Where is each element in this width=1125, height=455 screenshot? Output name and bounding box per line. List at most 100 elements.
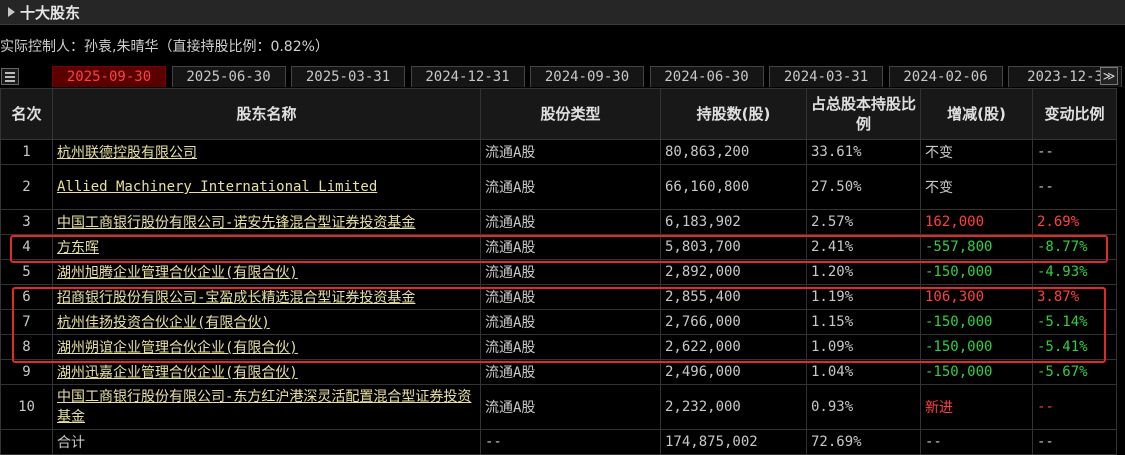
rank-cell: 3 xyxy=(0,209,53,235)
shareholder-name-cell[interactable]: 湖州朔谊企业管理合伙企业(有限合伙) xyxy=(52,334,481,360)
shares-cell: 6,183,902 xyxy=(660,209,807,235)
col-change-header[interactable]: 增减(股) xyxy=(920,88,1033,140)
tab-2024-06-30[interactable]: 2024-06-30 xyxy=(649,66,764,87)
total-type-cell: -- xyxy=(480,429,661,455)
rank-cell: 2 xyxy=(0,164,53,210)
share-type-cell: 流通A股 xyxy=(480,164,661,210)
table-row[interactable]: 2 Allied Machinery International Limited 流… xyxy=(0,164,1117,210)
table-row[interactable]: 8 湖州朔谊企业管理合伙企业(有限合伙) 流通A股 2,622,000 1.09% -15… xyxy=(0,334,1117,360)
ratio-cell: 1.04% xyxy=(806,359,921,385)
change-ratio-cell: 3.87% xyxy=(1032,284,1117,310)
ratio-cell: 1.19% xyxy=(806,284,921,310)
table-row[interactable]: 3 中国工商银行股份有限公司-诺安先锋混合型证券投资基金 流通A股 6,183,902… xyxy=(0,209,1117,235)
table-row[interactable]: 5 湖州旭腾企业管理合伙企业(有限合伙) 流通A股 2,892,000 1.20% -15… xyxy=(0,259,1117,285)
list-menu-icon[interactable] xyxy=(1,68,19,85)
tab-2024-03-31[interactable]: 2024-03-31 xyxy=(769,66,883,87)
shares-cell: 2,496,000 xyxy=(660,359,807,385)
table-row[interactable]: 4 方东晖 流通A股 5,803,700 2.41% -557,800 -8.77% xyxy=(0,234,1117,260)
shares-cell: 5,803,700 xyxy=(660,234,807,260)
section-title: 十大股东 xyxy=(20,4,81,22)
rank-cell: 8 xyxy=(0,334,53,360)
change-cell: -150,000 xyxy=(920,334,1033,360)
shareholder-name-cell[interactable]: 杭州联德控股有限公司 xyxy=(52,139,481,165)
collapse-triangle-icon[interactable] xyxy=(8,7,15,17)
total-ratio-cell: 72.69% xyxy=(806,429,921,455)
shareholder-link[interactable]: 中国工商银行股份有限公司-诺安先锋混合型证券投资基金 xyxy=(57,215,415,231)
shareholder-link[interactable]: 湖州朔谊企业管理合伙企业(有限合伙) xyxy=(57,340,298,356)
change-cell: 162,000 xyxy=(920,209,1033,235)
shareholder-link[interactable]: 杭州佳扬投资合伙企业(有限合伙) xyxy=(57,315,270,331)
change-cell: 新进 xyxy=(920,384,1033,430)
share-type-cell: 流通A股 xyxy=(480,139,661,165)
ratio-cell: 1.20% xyxy=(806,259,921,285)
ratio-cell: 2.41% xyxy=(806,234,921,260)
share-type-cell: 流通A股 xyxy=(480,384,661,430)
shareholder-link[interactable]: 杭州联德控股有限公司 xyxy=(57,145,197,161)
ratio-cell: 1.09% xyxy=(806,334,921,360)
share-type-cell: 流通A股 xyxy=(480,334,661,360)
shareholder-link[interactable]: 中国工商银行股份有限公司-东方红沪港深灵活配置混合型证券投资基金 xyxy=(57,387,476,427)
rank-cell: 9 xyxy=(0,359,53,385)
share-type-cell: 流通A股 xyxy=(480,359,661,385)
col-name-header[interactable]: 股东名称 xyxy=(52,88,481,140)
col-rank-header[interactable]: 名次 xyxy=(0,88,53,140)
shareholder-name-cell[interactable]: 方东晖 xyxy=(52,234,481,260)
tab-2024-09-30[interactable]: 2024-09-30 xyxy=(530,66,644,87)
change-ratio-cell: -- xyxy=(1032,139,1117,165)
tab-2024-02-06[interactable]: 2024-02-06 xyxy=(888,66,1003,87)
change-ratio-cell: -- xyxy=(1032,384,1117,430)
ratio-cell: 2.57% xyxy=(806,209,921,235)
shares-cell: 2,232,000 xyxy=(660,384,807,430)
tab-2025-06-30[interactable]: 2025-06-30 xyxy=(171,66,286,87)
col-change-ratio-header[interactable]: 变动比例 xyxy=(1032,88,1117,140)
tab-2024-12-31[interactable]: 2024-12-31 xyxy=(410,66,525,87)
shares-cell: 80,863,200 xyxy=(660,139,807,165)
change-cell: -150,000 xyxy=(920,359,1033,385)
share-type-cell: 流通A股 xyxy=(480,209,661,235)
col-type-header[interactable]: 股份类型 xyxy=(480,88,661,140)
col-ratio-header[interactable]: 占总股本持股比例 xyxy=(806,88,921,140)
rank-cell: 5 xyxy=(0,259,53,285)
shareholder-link[interactable]: 湖州旭腾企业管理合伙企业(有限合伙) xyxy=(57,265,298,281)
ratio-cell: 0.93% xyxy=(806,384,921,430)
total-shares-cell: 174,875,002 xyxy=(660,429,807,455)
shareholder-link[interactable]: 湖州迅嘉企业管理合伙企业(有限合伙) xyxy=(57,365,298,381)
table-row[interactable]: 6 招商银行股份有限公司-宝盈成长精选混合型证券投资基金 流通A股 2,855,400… xyxy=(0,284,1117,310)
shareholder-link[interactable]: 方东晖 xyxy=(57,240,99,256)
shareholder-name-cell[interactable]: 中国工商银行股份有限公司-诺安先锋混合型证券投资基金 xyxy=(52,209,481,235)
rank-cell: 1 xyxy=(0,139,53,165)
tab-2025-09-30[interactable]: 2025-09-30 xyxy=(52,66,166,87)
shareholder-link[interactable]: 招商银行股份有限公司-宝盈成长精选混合型证券投资基金 xyxy=(57,290,415,306)
rank-cell: 6 xyxy=(0,284,53,310)
section-header[interactable]: 十大股东 xyxy=(0,0,1125,25)
share-type-cell: 流通A股 xyxy=(480,259,661,285)
share-type-cell: 流通A股 xyxy=(480,284,661,310)
total-label-cell: 合计 xyxy=(52,429,481,455)
next-tabs-icon[interactable]: ≫ xyxy=(1100,67,1118,85)
rank-cell: 4 xyxy=(0,234,53,260)
table-header-row: 名次 股东名称 股份类型 持股数(股) 占总股本持股比例 增减(股) 变动比例 xyxy=(0,88,1117,140)
change-ratio-cell: -5.41% xyxy=(1032,334,1117,360)
table-row[interactable]: 10 中国工商银行股份有限公司-东方红沪港深灵活配置混合型证券投资基金 流通A股 2,… xyxy=(0,384,1117,430)
total-row: 合计 -- 174,875,002 72.69% -- -- xyxy=(0,429,1117,455)
tab-2025-03-31[interactable]: 2025-03-31 xyxy=(291,66,405,87)
shareholder-name-cell[interactable]: Allied Machinery International Limited xyxy=(52,164,481,210)
actual-controller-text: 实际控制人：孙袁,朱晴华（直接持股比例：0.82%） xyxy=(0,39,329,55)
table-row[interactable]: 7 杭州佳扬投资合伙企业(有限合伙) 流通A股 2,766,000 1.15% -150,… xyxy=(0,309,1117,335)
shareholder-name-cell[interactable]: 湖州迅嘉企业管理合伙企业(有限合伙) xyxy=(52,359,481,385)
table-row[interactable]: 9 湖州迅嘉企业管理合伙企业(有限合伙) 流通A股 2,496,000 1.04% -15… xyxy=(0,359,1117,385)
shareholder-name-cell[interactable]: 杭州佳扬投资合伙企业(有限合伙) xyxy=(52,309,481,335)
rank-cell-empty xyxy=(0,429,53,455)
col-shares-header[interactable]: 持股数(股) xyxy=(660,88,807,140)
change-ratio-cell: -4.93% xyxy=(1032,259,1117,285)
shareholder-name-cell[interactable]: 招商银行股份有限公司-宝盈成长精选混合型证券投资基金 xyxy=(52,284,481,310)
table-row[interactable]: 1 杭州联德控股有限公司 流通A股 80,863,200 33.61% 不变 -- xyxy=(0,139,1117,165)
change-cell: -150,000 xyxy=(920,259,1033,285)
change-cell: -150,000 xyxy=(920,309,1033,335)
shareholder-name-cell[interactable]: 湖州旭腾企业管理合伙企业(有限合伙) xyxy=(52,259,481,285)
shareholder-name-cell[interactable]: 中国工商银行股份有限公司-东方红沪港深灵活配置混合型证券投资基金 xyxy=(52,384,481,430)
share-type-cell: 流通A股 xyxy=(480,234,661,260)
shareholder-link[interactable]: Allied Machinery International Limited xyxy=(57,177,476,197)
share-type-cell: 流通A股 xyxy=(480,309,661,335)
total-change-ratio-cell: -- xyxy=(1032,429,1117,455)
